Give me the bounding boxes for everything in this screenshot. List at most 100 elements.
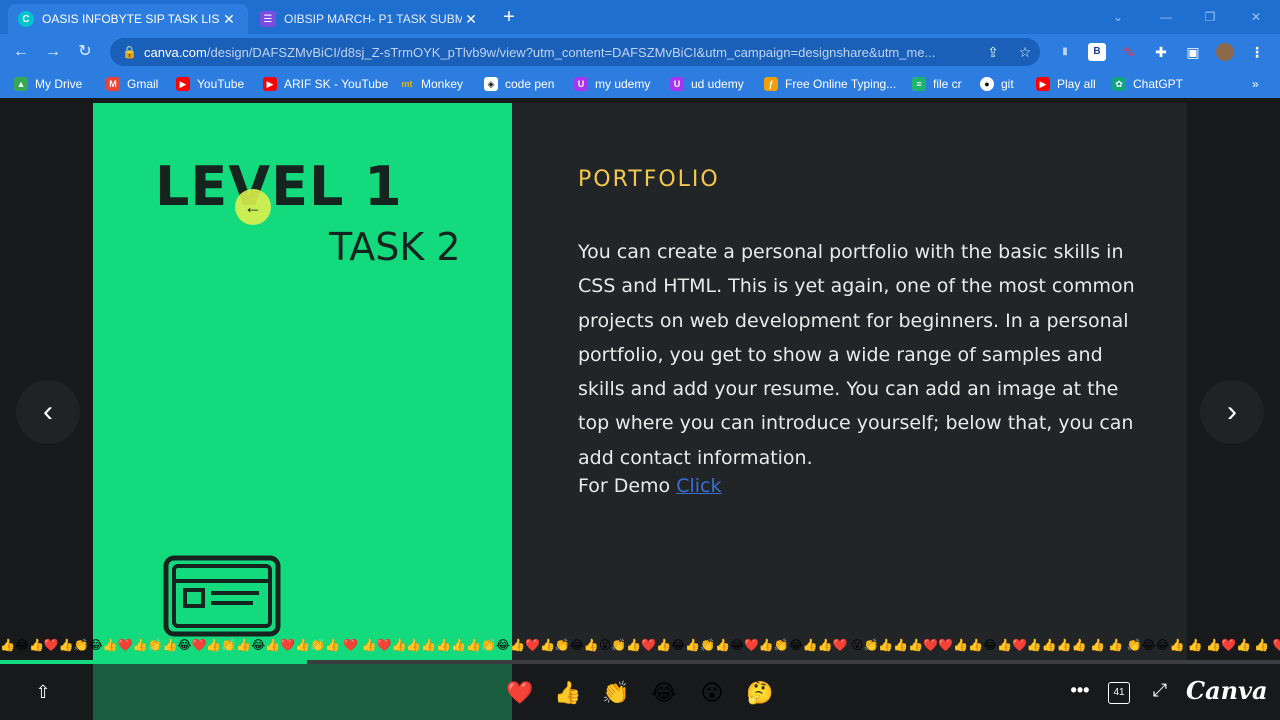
chevron-right-icon: › <box>1227 395 1237 428</box>
close-window-button[interactable]: ✕ <box>1238 6 1274 28</box>
reaction-thinking-button[interactable]: 🤔 <box>745 678 775 708</box>
bookmark-ud-udemy[interactable]: U ud udemy <box>670 75 744 93</box>
id-card-icon <box>163 555 281 637</box>
bookmark-label: Play all <box>1057 77 1096 91</box>
bookmark-label: git <box>1001 77 1014 91</box>
udemy-icon: U <box>574 77 588 91</box>
tab-title: OIBSIP MARCH- P1 TASK SUBMI <box>284 12 462 26</box>
portfolio-heading: PORTFOLIO <box>578 167 720 192</box>
close-tab-icon[interactable]: ✕ <box>220 11 238 28</box>
bookmark-play-all[interactable]: ▶ Play all <box>1036 75 1096 93</box>
more-options-icon[interactable]: ••• <box>1068 680 1092 704</box>
bookmark-arif-sk-youtube[interactable]: ▶ ARIF SK - YouTube <box>263 75 388 93</box>
minimize-window-button[interactable]: — <box>1148 6 1184 28</box>
demo-label: For Demo <box>578 475 671 497</box>
forms-favicon-icon: ☰ <box>260 11 276 27</box>
bookmark-git[interactable]: ● git <box>980 75 1014 93</box>
bookmark-gmail[interactable]: M Gmail <box>106 75 158 93</box>
viewer-bottom-bar: ⇧ ❤️ 👍 👏 😂 😮 🤔 ••• 41 ⤢ Canva <box>0 664 1280 720</box>
drive-icon: ▲ <box>14 77 28 91</box>
gmail-icon: M <box>106 77 120 91</box>
reaction-laugh-button[interactable]: 😂 <box>649 678 679 708</box>
bookmark-label: Free Online Typing... <box>785 77 897 91</box>
bookmarks-overflow-button[interactable]: » <box>1252 75 1259 93</box>
browser-menu-icon[interactable]: ⋮ <box>1248 43 1266 61</box>
bookmark-label: Gmail <box>127 77 159 91</box>
bookmark-star-icon[interactable]: ☆ <box>1014 41 1036 63</box>
bookmark-chatgpt[interactable]: ✿ ChatGPT <box>1112 75 1183 93</box>
bookmark-label: code pen <box>505 77 555 91</box>
bookmark-label: my udemy <box>595 77 651 91</box>
browser-toolbar: ← → ↻ 🔒 canva.com /design/DAFSZMvBiCI/d8… <box>0 34 1280 70</box>
forward-arrow-icon[interactable]: → <box>42 41 64 63</box>
profile-avatar[interactable] <box>1216 43 1234 61</box>
chatgpt-icon: ✿ <box>1112 77 1126 91</box>
slide-right-panel: PORTFOLIO You can create a personal port… <box>512 103 1187 720</box>
udemy-icon: U <box>670 77 684 91</box>
presentation-stage: LEVEL 1 TASK 2 ← PORTFOLIO You can creat… <box>0 103 1280 720</box>
bookmark-label: ChatGPT <box>1133 77 1184 91</box>
bookmark-label: YouTube <box>197 77 245 91</box>
demo-line: For Demo Click <box>578 475 722 497</box>
bookmark-youtube[interactable]: ▶ YouTube <box>176 75 244 93</box>
chevron-left-icon: ‹ <box>43 395 53 428</box>
bookmarks-bar: ▲ My Drive M Gmail ▶ YouTube ▶ ARIF SK -… <box>0 70 1280 98</box>
extension-b-icon[interactable]: B <box>1088 43 1106 61</box>
canva-logo[interactable]: Canva <box>1186 676 1268 705</box>
bookmark-my-drive[interactable]: ▲ My Drive <box>14 75 82 93</box>
fullscreen-icon[interactable]: ⤢ <box>1148 680 1172 704</box>
youtube-icon: ▶ <box>1036 77 1050 91</box>
bookmark-code-pen[interactable]: ◈ code pen <box>484 75 554 93</box>
monkeytype-icon: mt <box>401 79 413 89</box>
task-title: TASK 2 <box>329 225 461 269</box>
bookmark-monkey[interactable]: mt Monkey <box>400 75 464 93</box>
filecr-icon: ≡ <box>912 77 926 91</box>
mouse-cursor-highlight: ← <box>235 189 271 225</box>
github-icon: ● <box>980 77 994 91</box>
codepen-icon: ◈ <box>484 77 498 91</box>
typing-icon: ƒ <box>764 77 778 91</box>
tab-title: OASIS INFOBYTE SIP TASK LIST <box>42 12 220 26</box>
address-bar[interactable]: 🔒 canva.com /design/DAFSZMvBiCI/d8sj_Z-s… <box>110 38 1040 66</box>
new-tab-button[interactable]: + <box>498 6 520 28</box>
bookmark-label: Monkey <box>421 77 464 91</box>
previous-slide-button[interactable]: ‹ <box>16 380 80 444</box>
side-panel-icon[interactable]: ▣ <box>1184 43 1202 61</box>
url-path: /design/DAFSZMvBiCI/d8sj_Z-sTrmOYK_pTlvb… <box>206 44 936 60</box>
maximize-window-button[interactable]: ❐ <box>1192 6 1228 28</box>
portfolio-description: You can create a personal portfolio with… <box>578 241 1135 469</box>
reload-icon[interactable]: ↻ <box>74 41 96 63</box>
bookmark-file-cr[interactable]: ≡ file cr <box>912 75 962 93</box>
next-slide-button[interactable]: › <box>1200 380 1264 444</box>
floating-reactions-stream: 👍😂👍❤️👍👏😂👍❤️👍👏👍😂❤️👍👏👍😂👍❤️👍👏👍 ❤️ 👍❤️👍👍👍👍👍👍… <box>0 638 1280 652</box>
canva-favicon-icon: C <box>18 11 34 27</box>
bookmark-label: My Drive <box>35 77 83 91</box>
bottom-slide-reflection <box>93 664 512 720</box>
share-icon[interactable]: ⇧ <box>32 682 54 704</box>
page-count-button[interactable]: 41 <box>1108 682 1130 704</box>
tab-search-icon[interactable]: ⌄ <box>1100 6 1136 28</box>
tab-oibsip-march[interactable]: ☰ OIBSIP MARCH- P1 TASK SUBMI ✕ <box>250 4 490 34</box>
reaction-thumbs-up-button[interactable]: 👍 <box>553 678 583 708</box>
bookmark-label: ARIF SK - YouTube <box>284 77 389 91</box>
extension-puzzle-light-icon[interactable]: ▮ <box>1056 43 1074 61</box>
lock-icon: 🔒 <box>122 45 137 59</box>
extension-red-icon[interactable]: ✎ <box>1120 43 1138 61</box>
share-page-icon[interactable]: ⇪ <box>982 41 1004 63</box>
youtube-icon: ▶ <box>176 77 190 91</box>
browser-tab-strip: C OASIS INFOBYTE SIP TASK LIST ✕ ☰ OIBSI… <box>0 0 1280 34</box>
bookmark-my-udemy[interactable]: U my udemy <box>574 75 650 93</box>
demo-link[interactable]: Click <box>676 475 721 497</box>
close-tab-icon[interactable]: ✕ <box>462 11 480 28</box>
reaction-clap-button[interactable]: 👏 <box>601 678 631 708</box>
arrow-left-cursor-icon: ← <box>244 196 262 217</box>
extensions-puzzle-icon[interactable]: ✚ <box>1152 43 1170 61</box>
level-title: LEVEL 1 <box>155 155 403 218</box>
back-arrow-icon[interactable]: ← <box>10 41 32 63</box>
youtube-icon: ▶ <box>263 77 277 91</box>
reaction-heart-button[interactable]: ❤️ <box>505 678 535 708</box>
bookmark-free-online-typing[interactable]: ƒ Free Online Typing... <box>764 75 896 93</box>
reaction-surprised-button[interactable]: 😮 <box>697 678 727 708</box>
bookmark-label: ud udemy <box>691 77 744 91</box>
tab-oasis-infobyte[interactable]: C OASIS INFOBYTE SIP TASK LIST ✕ <box>8 4 248 34</box>
